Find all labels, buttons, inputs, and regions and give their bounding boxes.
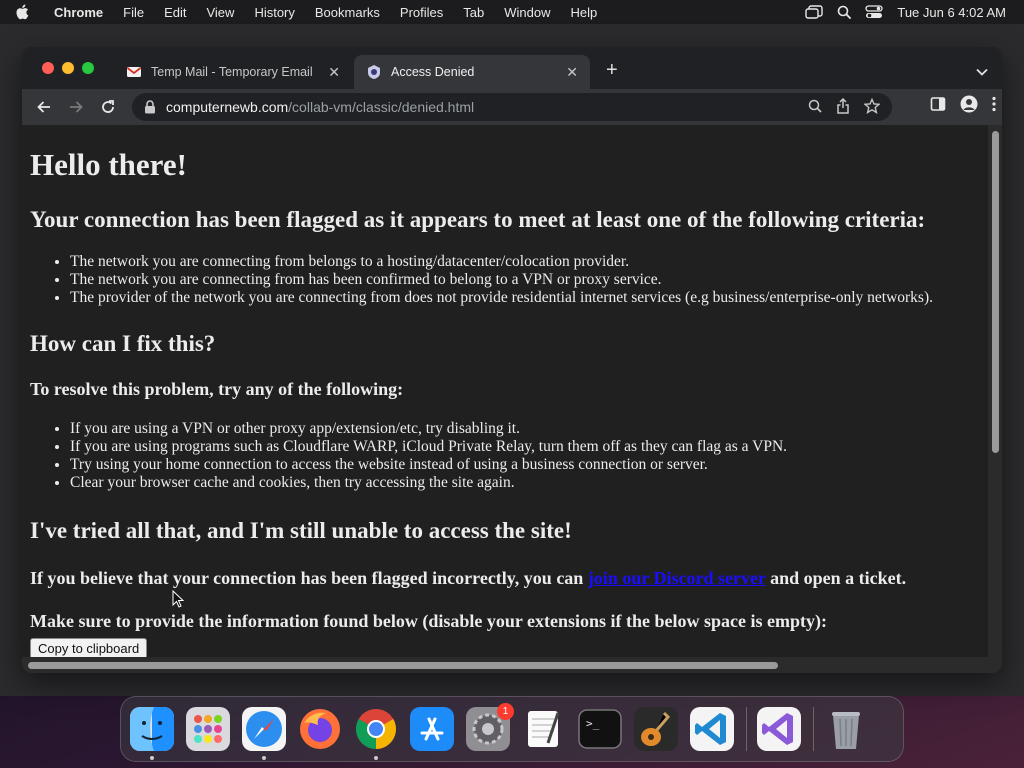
tab-close-icon[interactable]: ✕ [328, 64, 340, 81]
stage-manager-icon[interactable] [805, 5, 824, 19]
fix-list: If you are using a VPN or other proxy ap… [70, 420, 988, 492]
still-unable-heading: I've tried all that, and I'm still unabl… [30, 518, 572, 543]
chrome-icon[interactable] [354, 707, 398, 760]
horizontal-scrollbar[interactable] [22, 657, 1002, 673]
new-tab-plus-icon[interactable]: + [606, 60, 618, 80]
dock: 1 >_ [120, 696, 904, 762]
list-item: The network you are connecting from has … [70, 271, 988, 289]
mouse-pointer-icon [172, 589, 185, 613]
menu-history[interactable]: History [244, 5, 304, 20]
criteria-list: The network you are connecting from belo… [70, 253, 988, 307]
vscode-icon[interactable] [690, 707, 734, 751]
window-controls [42, 62, 94, 74]
profile-avatar-icon[interactable] [960, 95, 978, 118]
close-window-button[interactable] [42, 62, 54, 74]
browser-toolbar: computernewb.com/collab-vm/classic/denie… [22, 89, 1002, 125]
garageband-icon[interactable] [634, 707, 678, 751]
running-indicator [262, 756, 266, 760]
tab-temp-mail[interactable]: Temp Mail - Temporary Email ✕ [114, 55, 352, 89]
visual-studio-icon[interactable] [757, 707, 801, 751]
tab-access-denied[interactable]: Access Denied ✕ [354, 55, 590, 89]
page-title: Hello there! [30, 147, 187, 182]
control-center-icon[interactable] [865, 5, 884, 19]
zoom-window-button[interactable] [82, 62, 94, 74]
menu-edit[interactable]: Edit [154, 5, 196, 20]
running-indicator [150, 756, 154, 760]
back-arrow-icon[interactable] [28, 91, 60, 123]
terminal-icon[interactable]: >_ [578, 707, 622, 751]
ticket-text-after: and open a ticket. [765, 568, 907, 588]
reload-icon[interactable] [92, 91, 124, 123]
copy-to-clipboard-button[interactable]: Copy to clipboard [30, 638, 148, 657]
menu-profiles[interactable]: Profiles [390, 5, 453, 20]
fix-heading: How can I fix this? [30, 331, 216, 356]
side-panel-icon[interactable] [930, 96, 946, 117]
url-host: computernewb.com [166, 99, 289, 115]
menu-app-name[interactable]: Chrome [44, 5, 113, 20]
flag-heading: Your connection has been flagged as it a… [30, 207, 926, 232]
browser-window: Temp Mail - Temporary Email ✕ Access Den… [22, 47, 1002, 673]
tab-close-icon[interactable]: ✕ [566, 64, 578, 81]
menu-window[interactable]: Window [494, 5, 560, 20]
list-item: If you are using a VPN or other proxy ap… [70, 420, 988, 438]
menu-file[interactable]: File [113, 5, 154, 20]
safari-icon[interactable] [242, 707, 286, 760]
menu-view[interactable]: View [196, 5, 244, 20]
list-item: Clear your browser cache and cookies, th… [70, 474, 988, 492]
discord-link[interactable]: join our Discord server [588, 568, 766, 588]
svg-text:>_: >_ [586, 717, 600, 730]
dock-separator [746, 707, 747, 751]
dock-separator [813, 707, 814, 751]
list-item: The provider of the network you are conn… [70, 289, 988, 307]
system-settings-icon[interactable]: 1 [466, 703, 514, 751]
ticket-paragraph: If you believe that your connection has … [30, 568, 988, 589]
app-store-icon[interactable] [410, 707, 454, 751]
trash-icon[interactable] [824, 707, 868, 751]
tab-title: Access Denied [391, 65, 475, 79]
lock-icon[interactable] [144, 100, 156, 114]
page-content: Hello there! Your connection has been fl… [22, 125, 988, 657]
notification-badge: 1 [497, 703, 514, 720]
spotlight-search-icon[interactable] [837, 5, 852, 19]
zoom-search-icon[interactable] [808, 99, 822, 116]
firefox-icon[interactable] [298, 707, 342, 751]
share-icon[interactable] [836, 97, 850, 117]
url-path: /collab-vm/classic/denied.html [288, 99, 475, 115]
menu-clock[interactable]: Tue Jun 6 4:02 AM [897, 5, 1006, 20]
running-indicator [374, 756, 378, 760]
scrollbar-thumb[interactable] [28, 662, 778, 669]
menu-bar: Chrome File Edit View History Bookmarks … [0, 0, 1024, 24]
resolve-heading: To resolve this problem, try any of the … [30, 379, 404, 399]
list-item: Try using your home connection to access… [70, 456, 988, 474]
menu-help[interactable]: Help [561, 5, 608, 20]
forward-arrow-icon[interactable] [60, 91, 92, 123]
minimize-window-button[interactable] [62, 62, 74, 74]
bookmark-star-icon[interactable] [863, 97, 881, 117]
menu-bookmarks[interactable]: Bookmarks [305, 5, 390, 20]
finder-icon[interactable] [130, 707, 174, 760]
list-item: The network you are connecting from belo… [70, 253, 988, 271]
tab-strip: Temp Mail - Temporary Email ✕ Access Den… [22, 47, 1002, 89]
address-bar[interactable]: computernewb.com/collab-vm/classic/denie… [132, 93, 892, 121]
textedit-icon[interactable] [522, 707, 566, 751]
list-item: If you are using programs such as Cloudf… [70, 438, 988, 456]
tab-title: Temp Mail - Temporary Email [151, 65, 313, 79]
tab-search-chevron-icon[interactable] [976, 63, 988, 81]
gmail-icon [126, 64, 142, 80]
scrollbar-thumb[interactable] [992, 131, 999, 453]
launchpad-icon[interactable] [186, 707, 230, 751]
apple-menu-icon[interactable] [0, 4, 44, 20]
kebab-menu-icon[interactable] [992, 96, 996, 117]
vertical-scrollbar[interactable] [988, 125, 1002, 657]
menu-tab[interactable]: Tab [453, 5, 494, 20]
computernewb-icon [366, 64, 382, 80]
ticket-text-before: If you believe that your connection has … [30, 568, 588, 588]
info-paragraph: Make sure to provide the information fou… [30, 611, 828, 631]
